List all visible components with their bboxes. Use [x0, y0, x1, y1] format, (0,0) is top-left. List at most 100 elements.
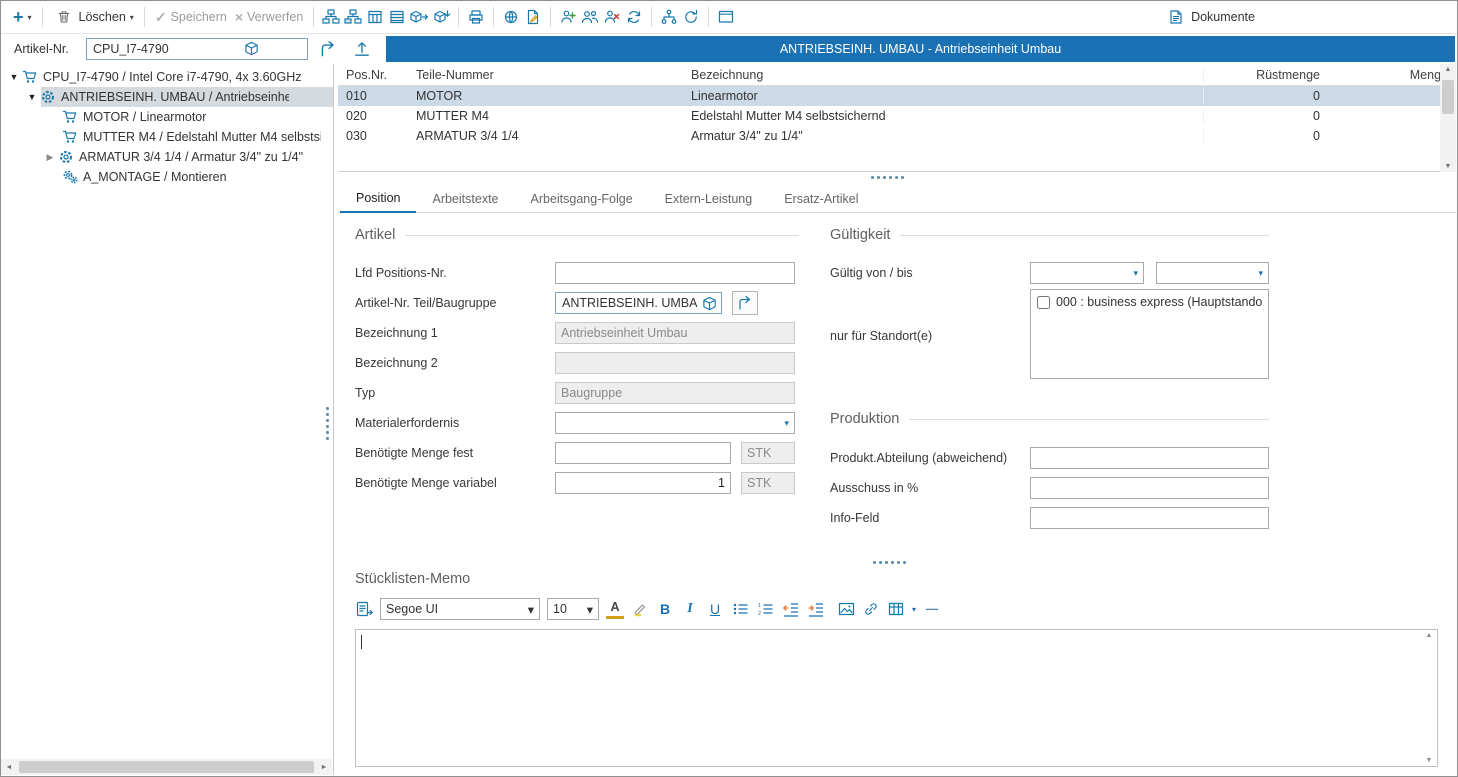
gueltig-von-select[interactable]: ▾ [1030, 262, 1144, 284]
standort-checkbox[interactable] [1037, 296, 1050, 309]
form-splitter-handle[interactable] [338, 561, 1440, 564]
remove-user-icon[interactable] [601, 6, 623, 28]
scroll-down-icon[interactable]: ▼ [1440, 163, 1456, 170]
tree-item-montage[interactable]: A_MONTAGE / Montieren [61, 167, 333, 187]
ausschuss-input[interactable] [1030, 477, 1269, 499]
schedule-icon[interactable] [364, 6, 386, 28]
open-article-button[interactable] [732, 291, 758, 315]
scroll-up-icon[interactable]: ▲ [1440, 66, 1456, 73]
produkt-abteilung-input[interactable] [1030, 447, 1269, 469]
table-splitter-handle[interactable] [335, 176, 1440, 179]
scrollbar-thumb[interactable] [19, 761, 314, 773]
tree-item-armatur[interactable]: ▶ ARMATUR 3/4 1/4 / Armatur 3/4" zu 1/4" [43, 147, 333, 167]
new-button[interactable]: + ▾ [9, 7, 36, 27]
gueltig-bis-select[interactable]: ▾ [1156, 262, 1269, 284]
export-article-icon[interactable] [408, 6, 430, 28]
standort-option-row[interactable]: 000 : business express (Hauptstandort) [1037, 295, 1262, 309]
cell-desc: Linearmotor [683, 89, 1203, 103]
insert-link-icon[interactable] [862, 599, 880, 619]
memo-textarea[interactable]: ▲ ▼ [355, 629, 1438, 767]
bullet-list-icon[interactable] [731, 599, 749, 619]
tree-expander-icon[interactable]: ▼ [25, 92, 39, 102]
save-button[interactable]: ✓ Speichern [151, 7, 231, 28]
upload-structure-button[interactable] [348, 37, 376, 61]
tree-item-root[interactable]: ▼ CPU_I7-4790 / Intel Core i7-4790, 4x 3… [7, 67, 333, 87]
discard-button[interactable]: × Verwerfen [231, 7, 307, 27]
panel-splitter-handle[interactable] [326, 407, 329, 440]
materialerfordernis-select[interactable]: ▾ [555, 412, 795, 434]
tab-ersatz-artikel[interactable]: Ersatz-Artikel [768, 187, 874, 212]
scroll-left-icon[interactable]: ◄ [1, 764, 17, 771]
table-row[interactable]: 020 MUTTER M4 Edelstahl Mutter M4 selbst… [338, 106, 1456, 126]
column-header-setup-qty[interactable]: Rüstmenge [1203, 68, 1328, 82]
edit-document-icon[interactable] [522, 6, 544, 28]
insert-textmodule-icon[interactable] [355, 599, 373, 619]
tree-item-mutter[interactable]: MUTTER M4 / Edelstahl Mutter M4 selbstsi… [61, 127, 333, 147]
users-icon[interactable] [579, 6, 601, 28]
tree-expander-icon[interactable]: ▶ [43, 152, 57, 163]
table-vertical-scrollbar[interactable]: ▲ ▼ [1440, 64, 1456, 172]
column-header-desc[interactable]: Bezeichnung [683, 68, 1203, 82]
highlight-icon[interactable] [631, 599, 649, 619]
refresh-icon[interactable] [680, 6, 702, 28]
numbered-list-icon[interactable]: 12 [756, 599, 774, 619]
column-header-pos[interactable]: Pos.Nr. [338, 68, 408, 82]
chevron-down-icon[interactable]: ▾ [912, 605, 916, 614]
info-feld-input[interactable] [1030, 507, 1269, 529]
menge-variabel-input[interactable] [555, 472, 731, 494]
article-nr-input[interactable]: CPU_I7-4790 [86, 38, 308, 60]
tree-item-assembly[interactable]: ▼ ANTRIEBSEINH. UMBAU / Antriebseinheit … [25, 87, 333, 107]
lfd-pos-label: Lfd Positions-Nr. [355, 262, 447, 284]
insert-image-icon[interactable] [837, 599, 855, 619]
import-article-icon[interactable] [430, 6, 452, 28]
tree-horizontal-scrollbar[interactable]: ◄ ► [1, 759, 332, 775]
column-header-qty[interactable]: Menge [1328, 68, 1456, 82]
documents-button[interactable]: Dokumente [1161, 4, 1259, 30]
schedule-alt-icon[interactable] [386, 6, 408, 28]
delete-button[interactable]: Löschen ▾ [49, 4, 138, 30]
table-row[interactable]: 010 MOTOR Linearmotor 0 1 [338, 86, 1456, 106]
article-cube-icon[interactable] [200, 40, 303, 58]
tab-arbeitstexte[interactable]: Arbeitstexte [416, 187, 514, 212]
horizontal-rule-icon[interactable]: — [923, 599, 941, 619]
assembly-title: ANTRIEBSEINH. UMBAU - Antriebseinheit Um… [780, 42, 1061, 56]
italic-icon[interactable]: I [681, 599, 699, 619]
memo-toolbar: Segoe UI ▾ 10 ▾ A B I U 12 ▾ [355, 597, 941, 621]
underline-icon[interactable]: U [706, 599, 724, 619]
artikel-nr-teil-input[interactable]: ANTRIEBSEINH. UMBAU [555, 292, 722, 314]
insert-table-icon[interactable] [887, 599, 905, 619]
add-user-icon[interactable] [557, 6, 579, 28]
font-family-select[interactable]: Segoe UI ▾ [380, 598, 540, 620]
font-color-icon[interactable]: A [606, 599, 624, 619]
scrollbar-thumb[interactable] [1442, 80, 1454, 114]
indent-icon[interactable] [806, 599, 824, 619]
goto-article-button[interactable] [314, 37, 342, 61]
tab-position[interactable]: Position [340, 186, 416, 213]
hierarchy-icon[interactable] [658, 6, 680, 28]
bom-structure-icon[interactable] [320, 6, 342, 28]
window-icon[interactable] [715, 6, 737, 28]
scroll-right-icon[interactable]: ► [316, 764, 332, 771]
table-row[interactable]: 030 ARMATUR 3/4 1/4 Armatur 3/4" zu 1/4"… [338, 126, 1456, 146]
outdent-icon[interactable] [781, 599, 799, 619]
sync-users-icon[interactable] [623, 6, 645, 28]
tab-arbeitsgang-folge[interactable]: Arbeitsgang-Folge [515, 187, 649, 212]
tree-expander-icon[interactable]: ▼ [7, 72, 21, 82]
lfd-pos-input[interactable] [555, 262, 795, 284]
print-icon[interactable] [465, 6, 487, 28]
bom-structure-alt-icon[interactable] [342, 6, 364, 28]
section-title: Gültigkeit [830, 227, 890, 243]
standort-listbox[interactable]: 000 : business express (Hauptstandort) [1030, 289, 1269, 379]
menge-fest-input[interactable] [555, 442, 731, 464]
scroll-up-icon[interactable]: ▲ [1423, 632, 1435, 639]
bold-icon[interactable]: B [656, 599, 674, 619]
cell-part: MOTOR [408, 89, 683, 103]
tree-item-motor[interactable]: MOTOR / Linearmotor [61, 107, 333, 127]
font-size-select[interactable]: 10 ▾ [547, 598, 599, 620]
cell-setup-qty: 0 [1203, 129, 1328, 143]
article-cube-icon[interactable] [702, 296, 717, 311]
column-header-part[interactable]: Teile-Nummer [408, 68, 683, 82]
tab-extern-leistung[interactable]: Extern-Leistung [649, 187, 769, 212]
scroll-down-icon[interactable]: ▼ [1423, 757, 1435, 764]
globe-settings-icon[interactable] [500, 6, 522, 28]
